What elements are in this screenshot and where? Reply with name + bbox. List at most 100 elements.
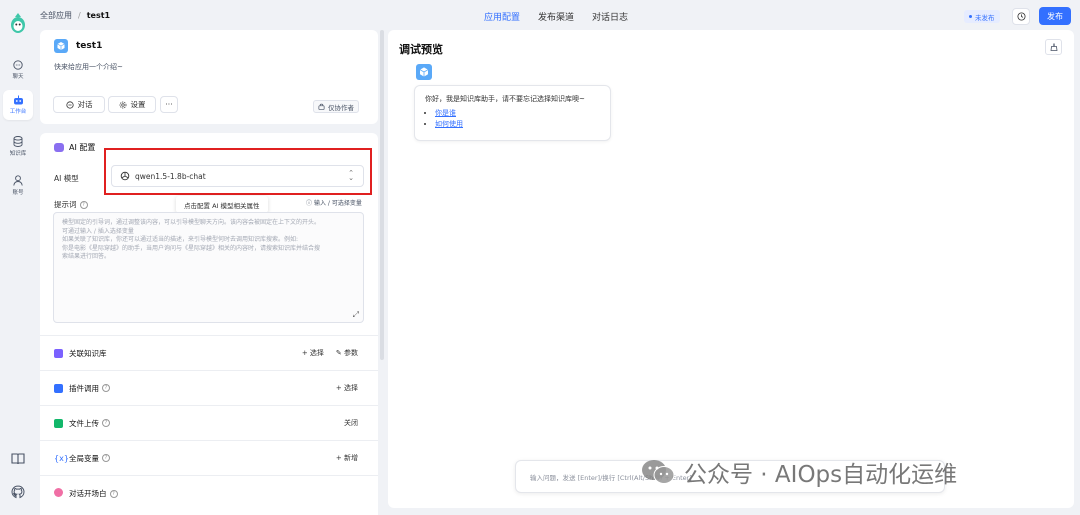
knowledge-base-icon xyxy=(54,348,63,358)
file-upload-status[interactable]: 关闭 xyxy=(344,418,358,428)
suggestion-link[interactable]: 你是谁 xyxy=(435,109,456,117)
plugin-select-button[interactable]: + 选择 xyxy=(336,383,358,393)
list-item: 你是谁 xyxy=(435,108,600,119)
model-tooltip: 点击配置 AI 模型相关属性 xyxy=(176,196,268,213)
ai-robot-icon xyxy=(54,143,64,152)
chat-icon xyxy=(13,60,23,70)
more-button[interactable]: ··· xyxy=(160,96,178,113)
app-avatar xyxy=(54,39,68,53)
permission-badge: 仅协作者 xyxy=(313,100,359,113)
help-icon[interactable]: ? xyxy=(102,384,110,392)
more-icon: ··· xyxy=(165,100,173,109)
prompt-textarea[interactable]: 模型固定的引导词，通过调整该内容，可以引导模型聊天方向。该内容会被固定在上下文的… xyxy=(53,212,364,323)
opening-message-icon xyxy=(54,488,63,497)
help-icon[interactable]: ? xyxy=(109,489,118,498)
sidebar-item-label: 工作台 xyxy=(9,109,27,115)
user-icon xyxy=(13,174,23,186)
preview-title: 调试预览 xyxy=(399,43,443,56)
plugin-icon xyxy=(54,383,63,393)
prompt-placeholder-line: 模型固定的引导词，通过调整该内容，可以引导模型聊天方向。该内容会被固定在上下文的… xyxy=(62,219,321,226)
sidebar-item-label: 账号 xyxy=(12,189,24,196)
file-upload-row: 文件上传? 关闭 xyxy=(40,405,378,440)
suggestion-link[interactable]: 如何使用 xyxy=(435,120,463,128)
tab-publish-channel[interactable]: 发布渠道 xyxy=(538,10,574,23)
sidebar-item-chat[interactable]: 聊天 xyxy=(3,55,33,85)
breadcrumb: 全部应用 / test1 xyxy=(40,10,110,21)
database-icon xyxy=(13,135,23,147)
debug-preview-panel: 调试预览 你好，我是知识库助手，请不要忘记选择知识库噢~ 你是谁 如何使用 输入… xyxy=(388,30,1074,508)
welcome-text: 你好，我是知识库助手，请不要忘记选择知识库噢~ xyxy=(425,95,585,103)
suggestion-list: 你是谁 如何使用 xyxy=(425,108,600,130)
clear-chat-button[interactable] xyxy=(1045,39,1062,55)
list-item: 如何使用 xyxy=(435,119,600,130)
status-badge: 未发布 xyxy=(964,10,1000,23)
permission-badge-label: 仅协作者 xyxy=(328,103,354,112)
welcome-message: 你好，我是知识库助手，请不要忘记选择知识库噢~ 你是谁 如何使用 xyxy=(414,85,611,141)
gear-icon xyxy=(119,101,126,108)
watermark: 公众号 · AIOps自动化运维 xyxy=(640,455,957,489)
lock-icon xyxy=(318,103,325,110)
opening-message-title: 对话开场白 xyxy=(69,489,107,498)
tab-chat-logs[interactable]: 对话日志 xyxy=(592,10,628,23)
kb-params-button[interactable]: ✎ 参数 xyxy=(336,348,358,358)
app-name: test1 xyxy=(76,41,103,51)
status-dot xyxy=(969,15,972,18)
top-tabs: 应用配置 发布渠道 对话日志 xyxy=(484,10,628,23)
breadcrumb-separator: / xyxy=(78,11,81,20)
sidebar-item-label: 知识库 xyxy=(9,150,27,157)
plugin-row: 插件调用? + 选择 xyxy=(40,370,378,405)
sidebar-item-workbench[interactable]: 工作台 xyxy=(3,90,33,120)
left-sidebar: 聊天 工作台 知识库 账号 xyxy=(0,0,36,515)
cube-icon xyxy=(57,42,65,50)
prompt-placeholder-line: 你是电影《星际穿越》的助手，当用户询问与《星际穿越》相关的内容时，请搜索知识库并… xyxy=(62,244,321,252)
chat-button-label: 对话 xyxy=(77,100,93,109)
highlight-box xyxy=(104,148,372,195)
prompt-label-text: 提示词 xyxy=(54,200,77,209)
robot-icon xyxy=(13,95,23,105)
app-info-card: test1 快来给应用一个介绍~ 对话 设置 ··· 仅协作者 xyxy=(40,30,378,124)
config-scrollbar[interactable] xyxy=(380,30,384,360)
settings-button[interactable]: 设置 xyxy=(108,96,156,113)
plugin-title: 插件调用 xyxy=(69,383,99,393)
help-icon[interactable]: ? xyxy=(102,419,110,427)
info-icon: ⓘ xyxy=(306,200,313,207)
wechat-icon xyxy=(642,460,675,484)
bot-avatar xyxy=(416,64,432,80)
opening-message-row: 对话开场白? xyxy=(40,475,378,515)
global-variables-row: {x} 全局变量? + 新增 xyxy=(40,440,378,475)
help-icon[interactable]: ? xyxy=(79,200,88,209)
expand-icon[interactable]: ⤢ xyxy=(353,310,359,320)
chat-icon xyxy=(65,100,74,109)
settings-button-label: 设置 xyxy=(130,100,146,109)
global-variables-title: 全局变量 xyxy=(69,453,99,463)
variable-hint-text: 输入 / 可选择变量 xyxy=(314,200,362,207)
status-text: 未发布 xyxy=(975,13,995,22)
history-button[interactable] xyxy=(1012,8,1030,25)
variable-braces-icon: {x} xyxy=(54,453,69,463)
sidebar-item-knowledge-base[interactable]: 知识库 xyxy=(3,131,33,161)
app-intro[interactable]: 快来给应用一个介绍~ xyxy=(54,62,123,72)
file-icon xyxy=(54,418,63,428)
broom-icon xyxy=(1050,43,1057,51)
knowledge-base-row: 关联知识库 + 选择 ✎ 参数 xyxy=(40,335,378,370)
app-logo-icon xyxy=(11,13,25,33)
file-upload-title: 文件上传 xyxy=(69,418,99,428)
variable-hint: ⓘ 输入 / 可选择变量 xyxy=(306,198,362,207)
tab-app-config[interactable]: 应用配置 xyxy=(484,10,520,23)
prompt-placeholder-line: 如果关联了知识库，你还可以通过适当的描述，来引导模型何时去调用知识库搜索。例如: xyxy=(62,236,299,243)
kb-select-button[interactable]: + 选择 xyxy=(302,348,324,358)
help-icon[interactable]: ? xyxy=(102,454,110,462)
knowledge-base-title: 关联知识库 xyxy=(69,348,107,358)
breadcrumb-root-link[interactable]: 全部应用 xyxy=(40,10,72,21)
prompt-placeholder-line: 可通过输入 / 插入选择变量 xyxy=(62,227,134,235)
publish-button[interactable]: 发布 xyxy=(1039,7,1071,25)
prompt-label: 提示词 ? xyxy=(54,199,88,210)
ai-config-title: AI 配置 xyxy=(69,143,96,152)
model-label: AI 模型 xyxy=(54,174,79,183)
chat-button[interactable]: 对话 xyxy=(53,96,105,113)
sidebar-item-account[interactable]: 账号 xyxy=(3,170,33,200)
github-icon[interactable] xyxy=(10,484,26,500)
book-icon[interactable] xyxy=(10,451,26,467)
add-variable-button[interactable]: + 新增 xyxy=(336,453,358,463)
ai-config-header: AI 配置 xyxy=(54,142,95,153)
